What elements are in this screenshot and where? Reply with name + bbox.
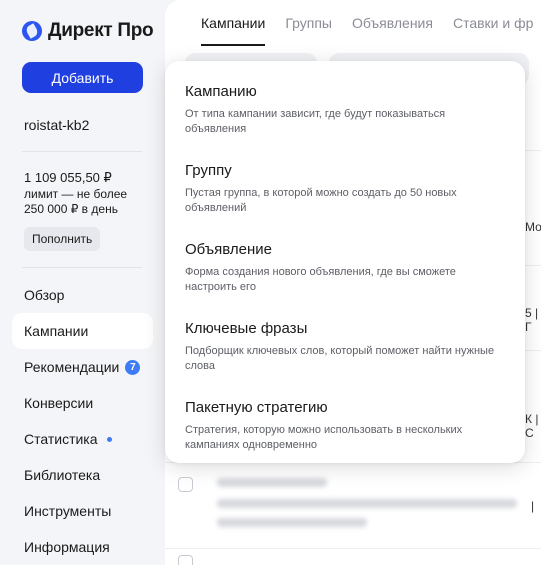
menu-item-ad[interactable]: Объявление Форма создания нового объявле… [185,241,505,318]
tab-ads[interactable]: Объявления [352,0,433,46]
sidebar-item-statistics[interactable]: Статистика [12,421,153,457]
menu-item-title: Пакетную стратегию [185,399,328,416]
topup-button[interactable]: Пополнить [24,227,101,251]
menu-item-description: От типа кампании зависит, где будут пока… [185,108,446,135]
count-badge: 7 [125,359,141,375]
tab-bids[interactable]: Ставки и фр [453,0,533,46]
menu-item-title: Ключевые фразы [185,320,308,337]
sidebar-item-campaigns[interactable]: Кампании [12,313,153,349]
sidebar-item-conversions[interactable]: Конверсии [12,385,153,421]
row-checkbox[interactable] [178,555,193,565]
tab-campaigns[interactable]: Кампании [201,0,266,46]
menu-item-description: Пустая группа, в которой можно создать д… [185,187,457,214]
daily-limit: лимит — не более 250 000 ₽ в день [24,187,128,216]
menu-item-group[interactable]: Группу Пустая группа, в которой можно со… [185,162,505,239]
sidebar-item-overview[interactable]: Обзор [12,277,153,313]
tab-bar: Кампании Группы Объявления Ставки и фр [165,0,541,46]
sidebar-item-label: Кампании [24,323,89,339]
sidebar-item-tools[interactable]: Инструменты [12,493,153,529]
menu-item-title: Кампанию [185,83,257,100]
truncated-cell: Моск [525,220,541,234]
logo-text: Директ Про [48,20,154,41]
divider [22,267,142,268]
truncated-cell: К | С [525,412,539,440]
tab-groups[interactable]: Группы [285,0,332,46]
add-button[interactable]: Добавить [22,62,143,93]
sidebar-item-label: Обзор [24,287,65,303]
menu-item-keywords[interactable]: Ключевые фразы Подборщик ключевых слов, … [185,320,505,397]
menu-item-title: Объявление [185,241,272,258]
direct-logo-icon [22,21,42,41]
menu-item-title: Группу [185,162,232,179]
notification-dot-icon [106,436,112,442]
sidebar-item-library[interactable]: Библиотека [12,457,153,493]
sidebar: Директ Про Добавить roistat-kb2 1 109 05… [0,0,165,565]
divider [22,151,142,152]
blurred-text [217,478,327,487]
sidebar-item-recommendations[interactable]: Рекомендации 7 [12,349,153,385]
blurred-text [217,499,517,508]
sidebar-item-label: Рекомендации [24,359,120,375]
account-name[interactable]: roistat-kb2 [24,117,89,133]
menu-item-description: Форма создания нового объявления, где вы… [185,266,456,293]
row-divider [165,548,541,549]
menu-item-campaign[interactable]: Кампанию От типа кампании зависит, где б… [185,83,505,160]
logo[interactable]: Директ Про [22,20,154,42]
sidebar-item-info[interactable]: Информация [12,529,153,565]
sidebar-item-label: Библиотека [24,467,101,483]
sidebar-item-label: Информация [24,539,110,555]
balance: 1 109 055,50 ₽ [24,170,112,185]
row-checkbox[interactable] [178,477,193,492]
sidebar-item-label: Статистика [24,431,98,447]
menu-item-package-strategy[interactable]: Пакетную стратегию Стратегия, которую мо… [185,399,505,476]
truncated-cell: | [531,499,535,513]
sidebar-item-label: Конверсии [24,395,94,411]
truncated-cell: 5 | Г [525,306,539,334]
menu-item-description: Подборщик ключевых слов, который поможет… [185,345,495,372]
menu-item-description: Стратегия, которую можно использовать в … [185,424,463,451]
add-menu-popup: Кампанию От типа кампании зависит, где б… [165,61,525,463]
blurred-text [217,518,367,527]
sidebar-item-label: Инструменты [24,503,112,519]
sidebar-nav: Обзор Кампании Рекомендации 7 Конверсии С… [12,277,153,565]
